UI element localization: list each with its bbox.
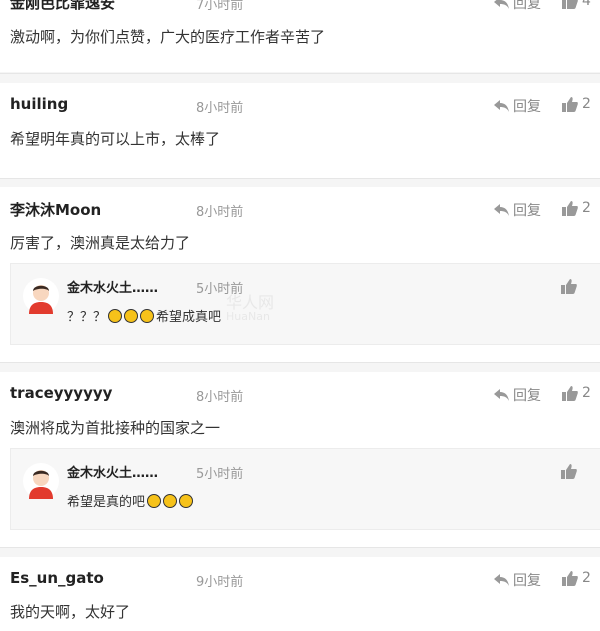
comment-text: 我的天啊，太好了	[10, 603, 131, 621]
thumbs-up-icon[interactable]	[561, 279, 577, 294]
comment-username[interactable]: 李沐沐Moon	[10, 199, 101, 220]
reply-button[interactable]: 回复	[494, 96, 541, 116]
sub-reply-text-tail: 希望成真吧	[156, 310, 222, 325]
comment-text: 澳洲将成为首批接种的国家之一	[10, 419, 221, 437]
comment-username[interactable]: huiling	[10, 95, 68, 113]
reply-label: 回复	[513, 0, 541, 12]
reply-label: 回复	[513, 203, 541, 219]
comment-username[interactable]: 金刚芭比霏逸安	[10, 0, 115, 13]
like-count: 2	[582, 200, 591, 216]
sub-reply-username[interactable]: 金木水火土……	[67, 462, 158, 481]
sub-reply-text: ？？？ 希望成真吧	[67, 306, 221, 325]
reply-label: 回复	[513, 99, 541, 115]
like-button[interactable]: 2	[562, 200, 591, 216]
reply-arrow-icon	[494, 100, 509, 112]
like-button[interactable]: 4	[562, 0, 591, 9]
comment-text: 厉害了，澳洲真是太给力了	[10, 234, 191, 252]
comment-item: 李沐沐Moon 8小时前 回复 2 厉害了，澳洲真是太给力了 金木水火土…… 5…	[0, 187, 600, 362]
watermark-line2: HuaNan	[226, 310, 270, 323]
reply-arrow-icon	[494, 204, 509, 216]
reply-button[interactable]: 回复	[494, 0, 541, 13]
like-button[interactable]: 2	[562, 96, 591, 112]
thumbs-up-icon	[562, 570, 578, 586]
comment-item: 金刚芭比霏逸安 7小时前 回复 4 激动啊，为你们点赞，广大的医疗工作者辛苦了	[0, 0, 600, 72]
reply-button[interactable]: 回复	[494, 385, 541, 405]
divider	[0, 178, 600, 179]
like-count: 2	[582, 96, 591, 112]
laughing-emoji-icon	[163, 493, 178, 508]
like-button[interactable]: 2	[562, 570, 591, 586]
sub-reply-text: 希望是真的吧	[67, 491, 194, 510]
reply-button[interactable]: 回复	[494, 200, 541, 220]
sub-reply-username[interactable]: 金木水火土……	[67, 277, 158, 296]
comment-text: 希望明年真的可以上市，太棒了	[10, 130, 221, 148]
reply-label: 回复	[513, 388, 541, 404]
sub-reply-box: 金木水火土…… 5小时前 希望是真的吧	[10, 448, 600, 530]
comment-item: Es_un_gato 9小时前 回复 2 我的天啊，太好了	[0, 557, 600, 631]
comment-time: 8小时前	[196, 390, 244, 405]
sub-reply-text-lead: 希望是真的吧	[67, 495, 146, 510]
reply-arrow-icon	[494, 389, 509, 401]
like-count: 4	[582, 0, 591, 9]
avatar[interactable]	[23, 278, 59, 314]
avatar[interactable]	[23, 463, 59, 499]
comment-username[interactable]: Es_un_gato	[10, 569, 104, 587]
thumbs-up-icon[interactable]	[561, 464, 577, 479]
sub-reply-text-lead: ？？？	[67, 310, 107, 325]
comment-item: traceyyyyyy 8小时前 回复 2 澳洲将成为首批接种的国家之一 金木水…	[0, 372, 600, 547]
comment-time: 8小时前	[196, 101, 244, 116]
comment-time: 8小时前	[196, 205, 244, 220]
rofl-emoji-icon	[147, 493, 162, 508]
comment-username[interactable]: traceyyyyyy	[10, 384, 112, 402]
reply-arrow-icon	[494, 0, 509, 9]
thumbs-up-icon	[562, 0, 578, 9]
grin-emoji-icon	[140, 308, 155, 323]
thumbs-up-icon	[562, 96, 578, 112]
comment-time: 7小时前	[196, 0, 244, 13]
divider	[0, 73, 600, 74]
comment-text: 激动啊，为你们点赞，广大的医疗工作者辛苦了	[10, 28, 326, 46]
like-button[interactable]: 2	[562, 385, 591, 401]
thumbs-up-icon	[562, 200, 578, 216]
like-count: 2	[582, 570, 591, 586]
reply-arrow-icon	[494, 574, 509, 586]
rofl-emoji-icon	[108, 308, 123, 323]
divider	[0, 547, 600, 548]
like-count: 2	[582, 385, 591, 401]
sub-reply-time: 5小时前	[196, 467, 244, 482]
reply-button[interactable]: 回复	[494, 570, 541, 590]
comment-time: 9小时前	[196, 575, 244, 590]
reply-label: 回复	[513, 573, 541, 589]
thumbs-up-icon	[562, 385, 578, 401]
watermark: 华人网 HuaNan	[226, 295, 274, 324]
grin-emoji-icon	[179, 493, 194, 508]
comment-item: huiling 8小时前 回复 2 希望明年真的可以上市，太棒了	[0, 83, 600, 178]
sub-reply-box: 金木水火土…… 5小时前 ？？？ 希望成真吧	[10, 263, 600, 345]
divider	[0, 362, 600, 363]
laughing-emoji-icon	[124, 308, 139, 323]
